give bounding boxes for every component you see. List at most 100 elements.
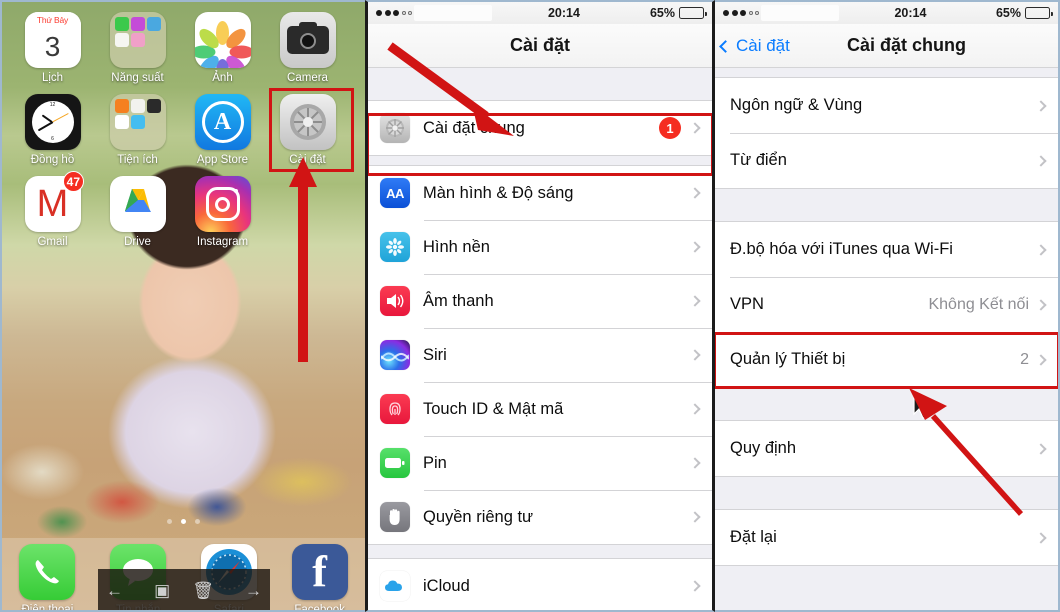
- general-row-vpn[interactable]: VPN Không Kết nối: [715, 277, 1058, 332]
- row-label: Quy định: [730, 439, 797, 457]
- instagram-icon: [194, 176, 251, 232]
- settings-row-cai-dat-chung[interactable]: Cài đặt chung 1: [368, 101, 712, 155]
- row-label: Âm thanh: [423, 291, 494, 310]
- row-label: Hình nền: [423, 237, 490, 256]
- carrier-blank: [761, 5, 839, 21]
- back-label: Cài đặt: [736, 36, 790, 55]
- app-tien-ich[interactable]: Tiện ích: [95, 88, 180, 166]
- general-settings-panel: 20:14 65% Cài đặt Cài đặt chung Ngôn ngữ…: [715, 0, 1060, 612]
- app-label: Gmail: [37, 236, 68, 248]
- settings-row-man-hinh[interactable]: AA Màn hình & Độ sáng: [368, 166, 712, 220]
- page-title: Cài đặt: [509, 35, 570, 55]
- chevron-left-icon: [719, 39, 732, 53]
- nav-bar: Cài đặt Cài đặt chung: [715, 24, 1058, 68]
- app-label: Instagram: [196, 236, 249, 248]
- settings-row-quyen-rieng-tu[interactable]: Quyền riêng tư: [368, 490, 712, 544]
- app-drive[interactable]: Drive: [95, 170, 180, 248]
- chevron-right-icon: [1035, 298, 1047, 311]
- trash-icon[interactable]: 🗑: [192, 582, 214, 599]
- icloud-icon: [380, 571, 410, 601]
- settings-row-siri[interactable]: Siri: [368, 328, 712, 382]
- dock-item-dien-thoai[interactable]: Điện thoại: [7, 544, 87, 610]
- app-instagram[interactable]: Instagram: [180, 170, 265, 248]
- iphone-home-screen: Thứ Bảy 3 Lịch Năng suất Ảnh Camera 12 6…: [0, 0, 365, 612]
- row-label: Ngôn ngữ & Vùng: [730, 96, 863, 114]
- back-arrow-icon[interactable]: ←: [106, 582, 123, 599]
- chevron-right-icon: [1035, 353, 1047, 366]
- app-label: Facebook: [294, 604, 345, 612]
- row-label: Pin: [423, 453, 447, 472]
- sound-speaker-icon: [380, 286, 410, 316]
- app-app-store[interactable]: A App Store: [180, 88, 265, 166]
- general-row-ngon-ngu[interactable]: Ngôn ngữ & Vùng: [715, 78, 1058, 133]
- app-row-1: Thứ Bảy 3 Lịch Năng suất Ảnh Camera: [10, 6, 357, 84]
- nav-bar: Cài đặt: [368, 24, 712, 68]
- general-row-tu-dien[interactable]: Từ điển: [715, 133, 1058, 188]
- status-bar: 20:14 65%: [715, 2, 1058, 24]
- list-gap: [368, 68, 712, 100]
- app-lich[interactable]: Thứ Bảy 3 Lịch: [10, 6, 95, 84]
- row-label: Siri: [423, 345, 447, 364]
- battery-icon: [380, 448, 410, 478]
- general-list[interactable]: Ngôn ngữ & Vùng Từ điển Đ.bộ hóa với iTu…: [715, 68, 1058, 598]
- page-dot[interactable]: [195, 519, 200, 524]
- row-label: Quyền riêng tư: [423, 507, 534, 526]
- row-label: Đ.bộ hóa với iTunes qua Wi-Fi: [730, 240, 953, 258]
- forward-arrow-icon[interactable]: →: [245, 582, 262, 599]
- battery-area: 65%: [996, 6, 1058, 20]
- settings-row-icloud[interactable]: iCloud: [368, 559, 712, 610]
- chevron-right-icon: [689, 241, 701, 253]
- app-label: Lịch: [41, 72, 64, 84]
- settings-group-general: Cài đặt chung 1: [368, 100, 712, 156]
- general-group-1: Ngôn ngữ & Vùng Từ điển: [715, 77, 1058, 189]
- battery-icon: [1025, 7, 1053, 19]
- app-label: Đồng hồ: [30, 154, 75, 166]
- chevron-right-icon: [689, 403, 701, 415]
- row-label: VPN: [730, 295, 764, 313]
- general-row-quy-dinh[interactable]: Quy định: [715, 421, 1058, 476]
- page-dot[interactable]: [167, 519, 172, 524]
- privacy-hand-icon: [380, 502, 410, 532]
- chevron-right-icon: [1035, 243, 1047, 256]
- chevron-right-icon: [689, 349, 701, 361]
- row-label: Cài đặt chung: [423, 118, 525, 137]
- app-anh[interactable]: Ảnh: [180, 6, 265, 84]
- chevron-right-icon: [689, 511, 701, 523]
- battery-icon: [679, 7, 707, 19]
- back-button[interactable]: Cài đặt: [719, 24, 790, 68]
- app-dong-ho[interactable]: 12 6 Đồng hồ: [10, 88, 95, 166]
- app-label: Camera: [287, 72, 328, 84]
- app-gmail[interactable]: 47 M Gmail: [10, 170, 95, 248]
- settings-row-pin[interactable]: Pin: [368, 436, 712, 490]
- settings-row-hinh-nen[interactable]: Hình nền: [368, 220, 712, 274]
- message-icon[interactable]: ▣: [154, 582, 170, 599]
- general-group-4: Đặt lại: [715, 509, 1058, 566]
- app-camera[interactable]: Camera: [265, 6, 350, 84]
- calendar-day: 3: [44, 31, 61, 62]
- three-panel-tutorial: Thứ Bảy 3 Lịch Năng suất Ảnh Camera 12 6…: [0, 0, 1060, 612]
- chevron-right-icon: [1035, 154, 1047, 167]
- settings-row-am-thanh[interactable]: Âm thanh: [368, 274, 712, 328]
- settings-row-touch-id[interactable]: Touch ID & Mật mã: [368, 382, 712, 436]
- phone-icon: [19, 544, 76, 600]
- general-row-itunes-wifi-sync[interactable]: Đ.bộ hóa với iTunes qua Wi-Fi: [715, 222, 1058, 277]
- settings-list[interactable]: Cài đặt chung 1 AA Màn hình & Độ sáng Hì…: [368, 68, 712, 610]
- row-label: Màn hình & Độ sáng: [423, 183, 574, 202]
- fingerprint-icon: [380, 394, 410, 424]
- list-gap: [715, 189, 1058, 221]
- wallpaper-flower-icon: [380, 232, 410, 262]
- app-cai-dat[interactable]: Cài đặt: [265, 88, 350, 166]
- app-nang-suat[interactable]: Năng suất: [95, 6, 180, 84]
- general-row-dat-lai[interactable]: Đặt lại: [715, 510, 1058, 565]
- carrier-blank: [414, 5, 492, 21]
- app-label: App Store: [196, 154, 249, 166]
- chevron-right-icon: [1035, 99, 1047, 112]
- dock-item-facebook[interactable]: f Facebook: [280, 544, 360, 612]
- page-dot-active[interactable]: [181, 519, 186, 524]
- general-row-quan-ly-thiet-bi[interactable]: Quản lý Thiết bị 2: [715, 332, 1058, 387]
- calendar-icon: Thứ Bảy 3: [24, 12, 81, 68]
- list-gap: [368, 156, 712, 165]
- siri-waveform-icon: [380, 340, 410, 370]
- app-store-icon: A: [194, 94, 251, 150]
- general-group-3: Quy định: [715, 420, 1058, 477]
